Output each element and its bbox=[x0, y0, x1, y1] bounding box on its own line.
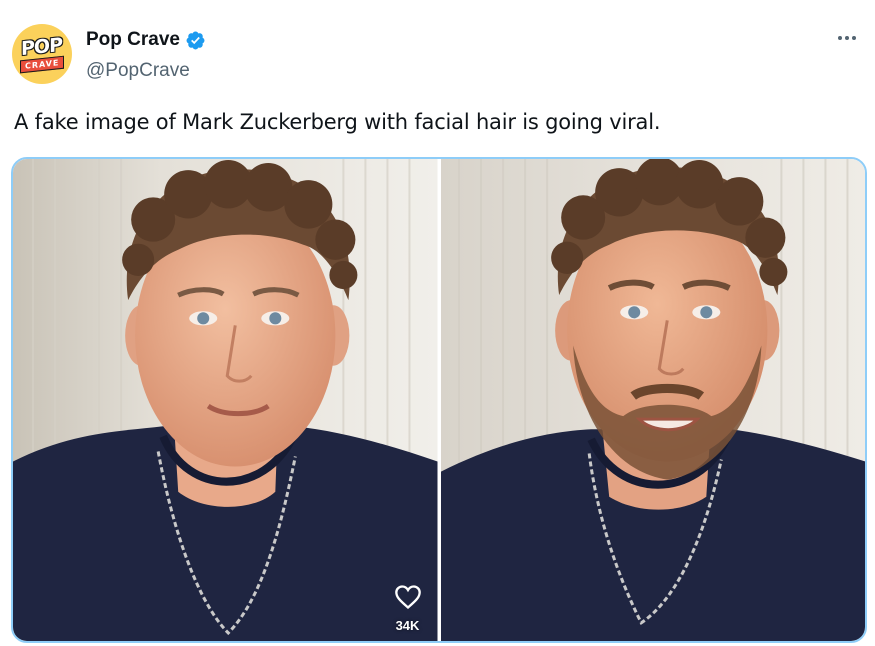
more-icon-dot bbox=[845, 36, 849, 40]
author-handle[interactable]: @PopCrave bbox=[86, 60, 190, 82]
media-photo-2[interactable] bbox=[440, 159, 865, 641]
photo-bearded-image bbox=[440, 159, 865, 641]
like-overlay[interactable]: 34K bbox=[394, 584, 422, 633]
avatar-logo-text-top: POP bbox=[21, 33, 63, 60]
more-icon-dot bbox=[852, 36, 856, 40]
media-grid: 34K bbox=[11, 157, 867, 643]
tweet: POP CRAVE Pop Crave @PopCrave A fake ima… bbox=[0, 0, 875, 646]
like-count: 34K bbox=[395, 618, 420, 633]
verified-badge-icon[interactable] bbox=[185, 30, 206, 51]
tweet-text: A fake image of Mark Zuckerberg with fac… bbox=[14, 110, 661, 134]
more-icon bbox=[838, 36, 842, 40]
photo-clean-shaven-image bbox=[13, 159, 438, 641]
author-display-name[interactable]: Pop Crave bbox=[86, 29, 180, 51]
heart-icon bbox=[394, 585, 421, 610]
avatar[interactable]: POP CRAVE bbox=[12, 24, 72, 84]
media-photo-1[interactable]: 34K bbox=[13, 159, 438, 641]
more-button[interactable] bbox=[833, 26, 861, 50]
author-name-row: Pop Crave bbox=[86, 29, 206, 51]
